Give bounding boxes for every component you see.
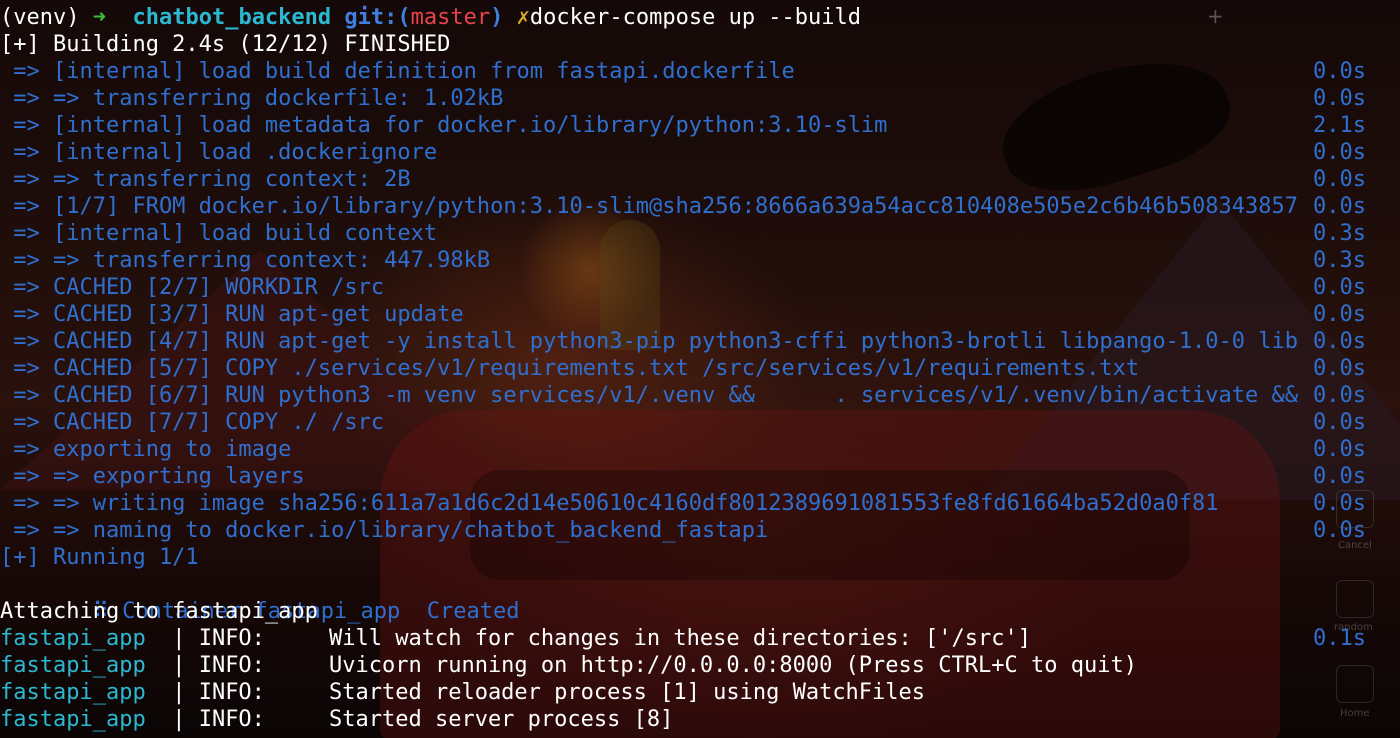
log-service-name: fastapi_app [0,707,146,732]
build-step-text: => => naming to docker.io/library/chatbo… [0,518,769,543]
build-step-time: 0.0s [1313,464,1366,489]
log-service-name: fastapi_app [0,680,146,705]
build-step-text: => CACHED [2/7] WORKDIR /src [0,275,385,300]
build-step-row: => => transferring context: 2B 0.0s [0,166,1400,193]
build-step-row: => exporting to image 0.0s [0,436,1400,463]
build-step-text: => CACHED [6/7] RUN python3 -m venv serv… [0,383,1299,408]
current-directory: chatbot_backend [132,5,332,30]
build-step-time: 0.0s [1313,302,1366,327]
build-step-time: 0.0s [1313,410,1366,435]
build-step-text: => => transferring context: 2B [0,167,411,192]
plus-icon: + [1207,4,1224,28]
git-branch: master [410,5,491,30]
build-step-row: => => transferring context: 447.98kB 0.3s [0,247,1400,274]
build-step-row: => [1/7] FROM docker.io/library/python:3… [0,193,1400,220]
build-step-row: => [internal] load build definition from… [0,58,1400,85]
log-line: fastapi_app | INFO: Started server proces… [0,707,674,732]
dirty-mark-icon: ✗ [516,5,530,30]
container-status-time: 0.1s [1313,626,1366,651]
build-step-time: 2.1s [1313,113,1366,138]
log-message: Started server process [8] [329,707,674,732]
dock-label-home: Home [1340,708,1370,719]
build-step-row: => => writing image sha256:611a7a1d6c2d1… [0,490,1400,517]
build-step-row: => [internal] load metadata for docker.i… [0,112,1400,139]
log-level: INFO: [185,707,265,732]
build-step-row: => => transferring dockerfile: 1.02kB 0.0… [0,85,1400,112]
shell-prompt-line: (venv) ➜ chatbot_backend git:(master) ✗d… [0,4,861,31]
build-step-text: => [internal] load .dockerignore [0,140,438,165]
build-step-text: => [internal] load metadata for docker.i… [0,113,888,138]
build-step-time: 0.0s [1313,86,1366,111]
build-step-row: => CACHED [2/7] WORKDIR /src 0.0s [0,274,1400,301]
build-step-text: => => transferring dockerfile: 1.02kB [0,86,504,111]
home-icon[interactable] [1336,665,1374,703]
log-level: INFO: [185,680,265,705]
log-message: Started reloader process [1] using Watch… [329,680,926,705]
build-step-time: 0.3s [1313,221,1366,246]
log-line: fastapi_app | INFO: Started reloader proc… [0,680,926,705]
build-header: [+] Building 2.4s (12/12) FINISHED [0,32,451,57]
build-step-time: 0.0s [1313,437,1366,462]
build-step-row: => [internal] load .dockerignore 0.0s [0,139,1400,166]
build-step-time: 0.0s [1313,383,1366,408]
container-status-line: ⠿ Container fastapi_app Created 0.1s [0,571,1400,651]
build-step-time: 0.0s [1313,59,1366,84]
terminal-window[interactable]: + Cancel random Home (venv) ➜ chatbot_ba… [0,0,1400,738]
build-step-row: => => exporting layers 0.0s [0,463,1400,490]
log-level: INFO: [185,653,265,678]
build-step-text: => [internal] load build context [0,221,438,246]
git-suffix: ) [490,5,504,30]
build-step-text: => CACHED [5/7] COPY ./services/v1/requi… [0,356,1140,381]
log-level: INFO: [185,626,265,651]
shell-command: docker-compose up --build [529,5,862,30]
venv-indicator: (venv) [0,5,80,30]
build-step-text: => => exporting layers [0,464,305,489]
log-message: Uvicorn running on http://0.0.0.0:8000 (… [329,653,1137,678]
build-step-time: 0.0s [1313,356,1366,381]
build-step-text: => [1/7] FROM docker.io/library/python:3… [0,194,1299,219]
build-step-time: 0.0s [1313,518,1366,543]
build-step-time: 0.0s [1313,329,1366,354]
build-step-text: => CACHED [3/7] RUN apt-get update [0,302,464,327]
build-step-time: 0.0s [1313,194,1366,219]
build-step-time: 0.0s [1313,167,1366,192]
log-message: Will watch for changes in these director… [329,626,1031,651]
prompt-arrow-icon: ➜ [92,5,106,30]
build-step-text: => [internal] load build definition from… [0,59,795,84]
build-step-time: 0.0s [1313,491,1366,516]
build-step-row: => => naming to docker.io/library/chatbo… [0,517,1400,544]
attach-line: Attaching to fastapi_app [0,599,318,624]
build-step-text: => CACHED [4/7] RUN apt-get -y install p… [0,329,1299,354]
build-step-time: 0.0s [1313,275,1366,300]
build-step-text: => => writing image sha256:611a7a1d6c2d1… [0,491,1219,516]
git-prefix: git:( [344,5,411,30]
build-step-time: 0.3s [1313,248,1366,273]
log-line: fastapi_app | INFO: Uvicorn running on ht… [0,653,1137,678]
log-service-name: fastapi_app [0,653,146,678]
build-step-row: => [internal] load build context 0.3s [0,220,1400,247]
build-step-row: => CACHED [5/7] COPY ./services/v1/requi… [0,355,1400,382]
build-step-text: => exporting to image [0,437,292,462]
build-step-row: => CACHED [3/7] RUN apt-get update 0.0s [0,301,1400,328]
build-step-row: => CACHED [4/7] RUN apt-get -y install p… [0,328,1400,355]
build-step-time: 0.0s [1313,140,1366,165]
build-step-row: => CACHED [6/7] RUN python3 -m venv serv… [0,382,1400,409]
log-service-name: fastapi_app [0,626,146,651]
log-line: fastapi_app | INFO: Will watch for change… [0,626,1031,651]
build-step-text: => => transferring context: 447.98kB [0,248,491,273]
build-step-text: => CACHED [7/7] COPY ./ /src [0,410,385,435]
build-step-row: => CACHED [7/7] COPY ./ /src 0.0s [0,409,1400,436]
running-header: [+] Running 1/1 [0,545,199,570]
